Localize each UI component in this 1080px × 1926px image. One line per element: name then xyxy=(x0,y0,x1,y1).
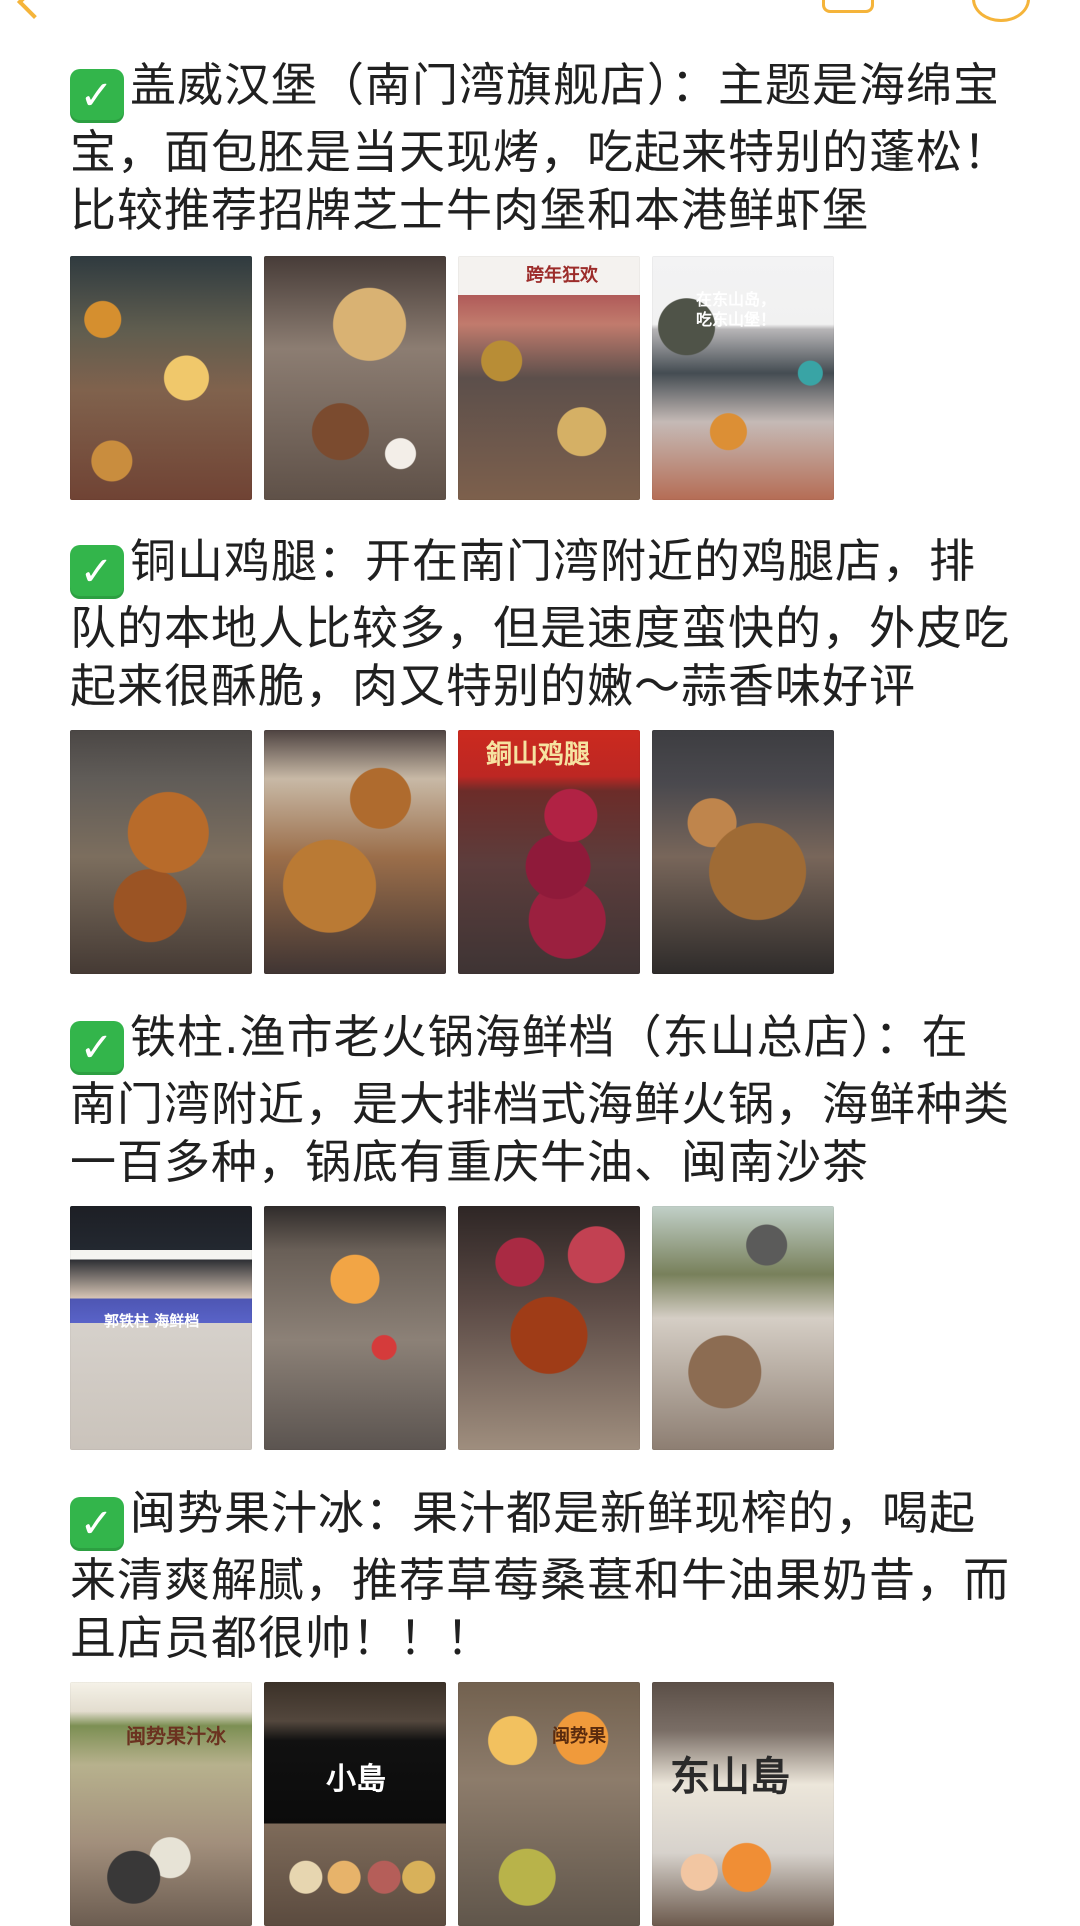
juice-photo-row: 闽势果汁冰 小島 闽势果 东山島 xyxy=(70,1682,834,1926)
seafood-photo-row: 郭铁柱 海鲜档 xyxy=(70,1206,834,1450)
document-icon[interactable] xyxy=(822,0,874,13)
chicken-photo-3[interactable]: 銅山鸡腿 xyxy=(458,730,640,974)
juice-photo-2-caption: 小島 xyxy=(326,1762,386,1797)
chicken-photo-3-caption: 銅山鸡腿 xyxy=(486,740,591,770)
juice-photo-4-caption: 东山島 xyxy=(670,1754,790,1800)
back-icon[interactable] xyxy=(17,0,51,19)
check-icon: ✓ xyxy=(70,1497,124,1551)
burger-photo-4-caption: 在东山岛，吃东山堡！ xyxy=(696,290,777,329)
burger-photo-row: 跨年狂欢 在东山岛，吃东山堡！ xyxy=(70,256,834,500)
burger-text: 盖威汉堡（南门湾旗舰店）：主题是海绵宝宝，面包胚是当天现烤，吃起来特别的蓬松！比… xyxy=(70,58,1010,237)
top-header xyxy=(0,0,1080,24)
juice-description: ✓ 闽势果汁冰：果汁都是新鲜现榨的，喝起来清爽解腻，推荐草莓桑葚和牛油果奶昔，而且… xyxy=(70,1484,1010,1667)
juice-text: 闽势果汁冰：果汁都是新鲜现榨的，喝起来清爽解腻，推荐草莓桑葚和牛油果奶昔，而且店… xyxy=(70,1486,1010,1665)
juice-photo-1-caption: 闽势果汁冰 xyxy=(126,1724,226,1748)
seafood-text: 铁柱.渔市老火锅海鲜档（东山总店）：在南门湾附近，是大排档式海鲜火锅，海鲜种类一… xyxy=(70,1010,1010,1189)
check-icon: ✓ xyxy=(70,1021,124,1075)
seafood-photo-2[interactable] xyxy=(264,1206,446,1450)
check-icon: ✓ xyxy=(70,69,124,123)
food-section-burger: ✓ 盖威汉堡（南门湾旗舰店）：主题是海绵宝宝，面包胚是当天现烤，吃起来特别的蓬松！… xyxy=(70,56,1010,500)
seafood-photo-1[interactable]: 郭铁柱 海鲜档 xyxy=(70,1206,252,1450)
food-section-chicken: ✓ 铜山鸡腿：开在南门湾附近的鸡腿店，排队的本地人比较多，但是速度蛮快的，外皮吃起… xyxy=(70,532,1010,974)
burger-photo-4[interactable]: 在东山岛，吃东山堡！ xyxy=(652,256,834,500)
burger-photo-1[interactable] xyxy=(70,256,252,500)
juice-photo-2[interactable]: 小島 xyxy=(264,1682,446,1926)
juice-photo-1[interactable]: 闽势果汁冰 xyxy=(70,1682,252,1926)
juice-photo-3[interactable]: 闽势果 xyxy=(458,1682,640,1926)
juice-photo-4[interactable]: 东山島 xyxy=(652,1682,834,1926)
chicken-photo-2[interactable] xyxy=(264,730,446,974)
chicken-description: ✓ 铜山鸡腿：开在南门湾附近的鸡腿店，排队的本地人比较多，但是速度蛮快的，外皮吃起… xyxy=(70,532,1010,715)
seafood-photo-1-caption: 郭铁柱 海鲜档 xyxy=(104,1312,200,1330)
food-section-juice: ✓ 闽势果汁冰：果汁都是新鲜现榨的，喝起来清爽解腻，推荐草莓桑葚和牛油果奶昔，而且… xyxy=(70,1484,1010,1926)
chicken-photo-4[interactable] xyxy=(652,730,834,974)
check-icon: ✓ xyxy=(70,545,124,599)
chicken-photo-row: 銅山鸡腿 xyxy=(70,730,834,974)
burger-description: ✓ 盖威汉堡（南门湾旗舰店）：主题是海绵宝宝，面包胚是当天现烤，吃起来特别的蓬松！… xyxy=(70,56,1010,239)
chicken-text: 铜山鸡腿：开在南门湾附近的鸡腿店，排队的本地人比较多，但是速度蛮快的，外皮吃起来… xyxy=(70,534,1010,713)
seafood-photo-4[interactable] xyxy=(652,1206,834,1450)
burger-photo-2[interactable] xyxy=(264,256,446,500)
seafood-photo-3[interactable] xyxy=(458,1206,640,1450)
burger-photo-3-caption: 跨年狂欢 xyxy=(526,265,598,286)
clock-icon[interactable] xyxy=(972,0,1030,22)
juice-photo-3-caption: 闽势果 xyxy=(552,1726,606,1747)
burger-photo-3[interactable]: 跨年狂欢 xyxy=(458,256,640,500)
chicken-photo-1[interactable] xyxy=(70,730,252,974)
food-section-seafood: ✓ 铁柱.渔市老火锅海鲜档（东山总店）：在南门湾附近，是大排档式海鲜火锅，海鲜种类… xyxy=(70,1008,1010,1450)
seafood-description: ✓ 铁柱.渔市老火锅海鲜档（东山总店）：在南门湾附近，是大排档式海鲜火锅，海鲜种类… xyxy=(70,1008,1010,1191)
